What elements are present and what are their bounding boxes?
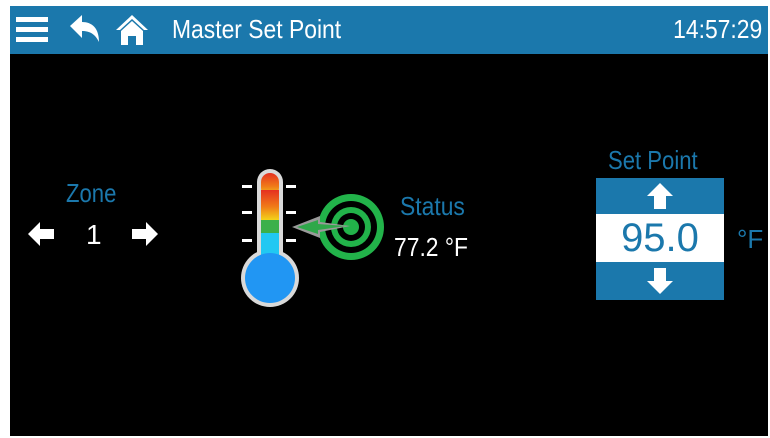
set-point-unit: °F	[737, 224, 764, 254]
down-arrow-icon	[647, 268, 673, 294]
home-icon[interactable]	[114, 12, 150, 48]
clock-display: 14:57:29	[672, 14, 762, 44]
hamburger-menu-icon[interactable]	[14, 12, 50, 48]
left-arrow-icon[interactable]	[26, 220, 56, 248]
zone-value: 1	[86, 219, 102, 250]
set-point-value[interactable]: 95.0	[596, 214, 724, 262]
screen: Master Set Point 14:57:29 Zone 1 Status …	[10, 6, 768, 436]
set-point-label: Set Point	[608, 145, 698, 175]
status-value: 77.2 °F	[394, 232, 469, 262]
set-point-decrease-button[interactable]	[596, 262, 724, 300]
page-title: Master Set Point	[172, 14, 342, 44]
status-label: Status	[400, 191, 465, 221]
thermometer-icon	[238, 166, 408, 311]
back-arrow-icon[interactable]	[66, 12, 102, 48]
set-point-control: 95.0	[596, 178, 724, 300]
set-point-increase-button[interactable]	[596, 178, 724, 214]
top-bar: Master Set Point 14:57:29	[10, 6, 768, 54]
right-arrow-icon[interactable]	[130, 220, 160, 248]
zone-label: Zone	[66, 178, 117, 208]
up-arrow-icon	[647, 183, 673, 209]
